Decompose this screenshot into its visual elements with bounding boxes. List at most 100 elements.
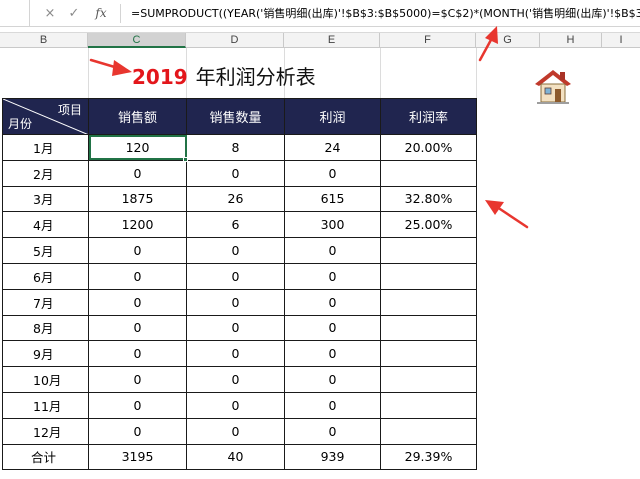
rate-cell[interactable]	[380, 417, 477, 445]
profit-cell[interactable]: 0	[284, 391, 381, 419]
sales-cell[interactable]: 1875	[88, 185, 187, 213]
column-header[interactable]: D	[186, 33, 284, 48]
month-cell[interactable]: 2月	[2, 159, 89, 187]
month-cell[interactable]: 11月	[2, 391, 89, 419]
sales-cell[interactable]: 0	[88, 314, 187, 342]
month-cell[interactable]: 4月	[2, 211, 89, 239]
sales-cell[interactable]: 0	[88, 417, 187, 445]
formula-input[interactable]: =SUMPRODUCT((YEAR('销售明细(出库)'!$B$3:$B$500…	[127, 0, 640, 27]
sales-cell[interactable]: 0	[88, 237, 187, 264]
rate-cell[interactable]	[380, 314, 477, 342]
column-header[interactable]: B	[0, 33, 88, 48]
rate-cell[interactable]	[380, 159, 477, 187]
sales-cell[interactable]: 0	[88, 366, 187, 393]
header-quantity: 销售数量	[186, 98, 285, 135]
profit-cell[interactable]: 615	[284, 185, 381, 213]
profit-cell[interactable]: 0	[284, 340, 381, 368]
profit-cell[interactable]: 24	[284, 134, 381, 161]
month-cell[interactable]: 9月	[2, 340, 89, 368]
sales-cell[interactable]: 1200	[88, 211, 187, 239]
table-row: 7月 0 0 0	[2, 288, 477, 316]
table-row: 9月 0 0 0	[2, 340, 477, 368]
table-row: 4月 1200 6 300 25.00%	[2, 211, 477, 239]
house-icon[interactable]	[533, 66, 573, 106]
quantity-cell[interactable]: 0	[186, 262, 285, 290]
quantity-cell[interactable]: 0	[186, 391, 285, 419]
profit-cell[interactable]: 300	[284, 211, 381, 239]
total-sales-cell[interactable]: 3195	[88, 443, 187, 471]
quantity-cell[interactable]: 26	[186, 185, 285, 213]
column-header[interactable]: I	[602, 33, 640, 48]
table-row: 5月 0 0 0	[2, 237, 477, 264]
table-row: 10月 0 0 0	[2, 366, 477, 393]
month-cell[interactable]: 6月	[2, 262, 89, 290]
table-row: 3月 1875 26 615 32.80%	[2, 185, 477, 213]
rate-cell[interactable]	[380, 340, 477, 368]
confirm-icon[interactable]: ✓	[62, 0, 86, 27]
total-quantity-cell[interactable]: 40	[186, 443, 285, 471]
profit-cell[interactable]: 0	[284, 366, 381, 393]
month-cell[interactable]: 10月	[2, 366, 89, 393]
quantity-cell[interactable]: 0	[186, 159, 285, 187]
month-cell[interactable]: 5月	[2, 237, 89, 264]
quantity-cell[interactable]: 0	[186, 340, 285, 368]
corner-item-label: 项目	[57, 103, 82, 117]
column-header-active[interactable]: C	[88, 33, 186, 48]
header-profit-rate: 利润率	[380, 98, 477, 135]
column-header[interactable]: H	[540, 33, 602, 48]
rate-cell[interactable]: 32.80%	[380, 185, 477, 213]
sales-cell[interactable]: 0	[88, 262, 187, 290]
cancel-icon[interactable]: ×	[38, 0, 62, 27]
rate-cell[interactable]: 25.00%	[380, 211, 477, 239]
table-row: 6月 0 0 0	[2, 262, 477, 290]
rate-cell[interactable]	[380, 288, 477, 316]
sales-cell[interactable]: 0	[88, 340, 187, 368]
profit-cell[interactable]: 0	[284, 237, 381, 264]
quantity-cell[interactable]: 6	[186, 211, 285, 239]
quantity-cell[interactable]: 0	[186, 314, 285, 342]
month-cell[interactable]: 8月	[2, 314, 89, 342]
sales-cell[interactable]: 0	[88, 159, 187, 187]
profit-cell[interactable]: 0	[284, 159, 381, 187]
rate-cell[interactable]	[380, 237, 477, 264]
table-row: 8月 0 0 0	[2, 314, 477, 342]
rate-cell[interactable]: 20.00%	[380, 134, 477, 161]
column-header[interactable]: E	[284, 33, 380, 48]
rate-cell[interactable]	[380, 262, 477, 290]
title-text: 年利润分析表	[195, 65, 316, 89]
total-profit-cell[interactable]: 939	[284, 443, 381, 471]
month-cell[interactable]: 12月	[2, 417, 89, 445]
month-cell[interactable]: 7月	[2, 288, 89, 316]
column-header-strip: B C D E F G H I	[0, 32, 640, 48]
insert-function-button[interactable]: fx	[86, 0, 116, 27]
total-rate-cell[interactable]: 29.39%	[380, 443, 477, 471]
sales-cell[interactable]: 0	[88, 288, 187, 316]
quantity-cell[interactable]: 0	[186, 288, 285, 316]
corner-month-label: 月份	[8, 117, 33, 131]
formula-bar-divider	[120, 3, 121, 23]
profit-cell[interactable]: 0	[284, 262, 381, 290]
quantity-cell[interactable]: 0	[186, 237, 285, 264]
table-row: 2月 0 0 0	[2, 159, 477, 187]
quantity-cell[interactable]: 0	[186, 417, 285, 445]
table-total-row: 合计 3195 40 939 29.39%	[2, 443, 477, 471]
name-box[interactable]	[0, 0, 30, 27]
month-cell[interactable]: 1月	[2, 134, 89, 161]
title-year: 2019	[132, 65, 188, 89]
month-cell[interactable]: 3月	[2, 185, 89, 213]
profit-cell[interactable]: 0	[284, 288, 381, 316]
profit-cell[interactable]: 0	[284, 417, 381, 445]
profit-analysis-table: 项目 月份 销售额 销售数量 利润 利润率 1月 120 8 24 20.00%…	[2, 98, 477, 471]
quantity-cell[interactable]: 8	[186, 134, 285, 161]
sales-cell[interactable]: 0	[88, 391, 187, 419]
fill-handle[interactable]	[183, 157, 188, 162]
column-header[interactable]: F	[380, 33, 476, 48]
arrow-to-title-icon	[89, 58, 132, 76]
rate-cell[interactable]	[380, 366, 477, 393]
quantity-cell[interactable]: 0	[186, 366, 285, 393]
rate-cell[interactable]	[380, 391, 477, 419]
profit-cell[interactable]: 0	[284, 314, 381, 342]
gridline	[380, 48, 381, 98]
sales-cell-selected[interactable]: 120	[88, 134, 187, 161]
total-label-cell[interactable]: 合计	[2, 443, 89, 471]
